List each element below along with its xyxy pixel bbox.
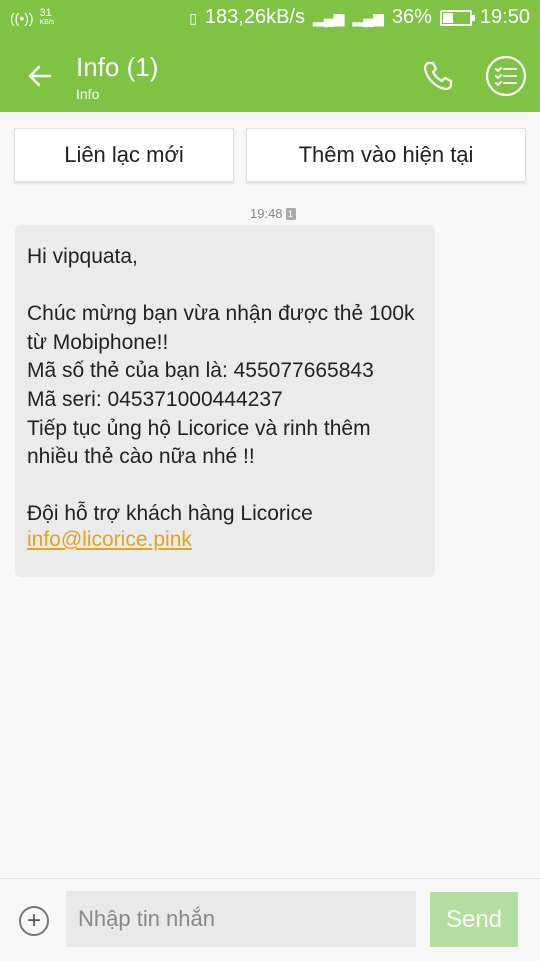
email-link[interactable]: info@licorice.pink xyxy=(27,528,192,552)
battery-icon xyxy=(439,9,475,26)
back-arrow-icon xyxy=(28,65,52,87)
add-to-existing-button[interactable]: Thêm vào hiện tại xyxy=(246,128,526,182)
battery-percent: 36% xyxy=(391,6,432,28)
data-rate-value: 31 xyxy=(39,7,52,19)
battery-fill xyxy=(442,12,454,23)
checklist-menu-icon xyxy=(485,55,527,97)
message-timestamp: 19:48 1 xyxy=(250,206,296,221)
message-bubble[interactable]: Hi vipquata, Chúc mừng bạn vừa nhận được… xyxy=(15,225,435,577)
sim-icon: 1 xyxy=(285,207,296,220)
page-subtitle: Info xyxy=(76,86,100,102)
status-bar: ((•)) 31 KB/s ▯ 183,26kB/s ▂▄▆ ▂▄▆ 36% 1… xyxy=(0,0,540,38)
plus-icon: + xyxy=(26,907,41,934)
back-button[interactable] xyxy=(20,56,60,96)
signal-2-icon: ▂▄▆ xyxy=(352,9,384,26)
add-attachment-button[interactable]: + xyxy=(19,906,49,936)
new-contact-button[interactable]: Liên lạc mới xyxy=(14,128,234,182)
clock: 19:50 xyxy=(479,6,530,28)
data-rate-small: 31 KB/s xyxy=(40,8,55,28)
vibrate-icon: ▯ xyxy=(189,9,197,26)
status-right: ▯ 183,26kB/s ▂▄▆ ▂▄▆ 36% 19:50 xyxy=(189,6,530,29)
message-body: Hi vipquata, Chúc mừng bạn vừa nhận được… xyxy=(27,245,415,526)
app-bar: Info (1) Info xyxy=(0,38,540,112)
network-speed: 183,26kB/s xyxy=(204,6,305,28)
signal-1-icon: ▂▄▆ xyxy=(313,9,345,26)
phone-icon xyxy=(423,61,453,91)
data-rate-unit: KB/s xyxy=(39,19,55,26)
send-button[interactable]: Send xyxy=(430,892,518,947)
status-left: ((•)) 31 KB/s xyxy=(10,8,54,28)
page-title: Info (1) xyxy=(76,52,159,82)
message-options-button[interactable] xyxy=(484,54,528,98)
hotspot-icon: ((•)) xyxy=(10,10,34,26)
compose-bar: + Nhập tin nhắn Send xyxy=(0,878,540,961)
message-input[interactable]: Nhập tin nhắn xyxy=(66,891,416,947)
call-button[interactable] xyxy=(418,56,458,96)
timestamp-text: 19:48 xyxy=(250,206,283,221)
